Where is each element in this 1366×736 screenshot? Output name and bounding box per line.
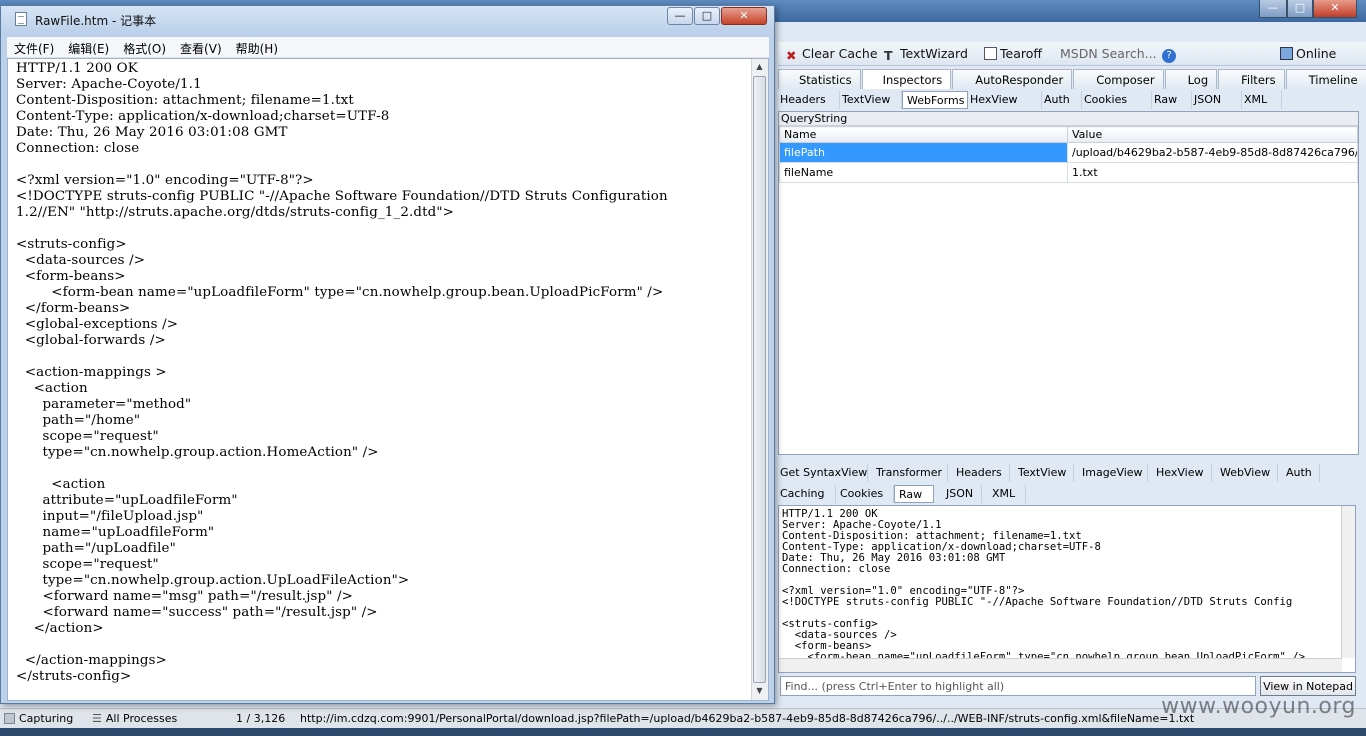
tab-filters[interactable]: Filters [1218, 69, 1285, 89]
req-tab-cookies[interactable]: Cookies [1082, 91, 1152, 109]
scroll-up-icon[interactable]: ▲ [752, 59, 767, 75]
find-input[interactable]: Find... (press Ctrl+Enter to highlight a… [780, 676, 1256, 696]
session-count: 1 / 3,126 [236, 712, 286, 725]
help-icon[interactable]: ? [1162, 46, 1176, 63]
process-filter[interactable]: ☰ All Processes [92, 712, 177, 725]
main-tabs: Statistics Inspectors AutoResponder Comp… [778, 69, 1366, 89]
clear-cache-button[interactable]: ✖ Clear Cache [786, 46, 878, 63]
notepad-icon [15, 12, 27, 26]
fiddler-close-button[interactable]: ✕ [1313, 0, 1357, 18]
tearoff-icon [984, 47, 997, 60]
network-icon [1280, 47, 1293, 60]
process-filter-label: All Processes [105, 712, 178, 725]
tearoff-label: Tearoff [1000, 46, 1042, 61]
capturing-label: Capturing [19, 712, 74, 725]
maximize-button[interactable]: □ [694, 7, 720, 25]
param-name[interactable]: filePath [779, 142, 1068, 163]
tab-composer[interactable]: Composer [1073, 69, 1164, 89]
online-label: Online [1296, 46, 1337, 61]
resp-tab-xml[interactable]: XML [982, 485, 1026, 503]
column-header-name[interactable]: Name [779, 126, 1068, 143]
response-horizontal-scrollbar[interactable] [779, 658, 1342, 672]
resp-tab-raw[interactable]: Raw [894, 485, 934, 503]
taskbar [0, 728, 1366, 736]
textwizard-label: TextWizard [900, 46, 968, 61]
fiddler-minimize-button[interactable]: — [1259, 0, 1287, 18]
req-tab-xml[interactable]: XML [1242, 91, 1282, 109]
notepad-titlebar[interactable]: RawFile.htm - 记事本 — □ ✕ [1, 6, 774, 32]
resp-tab-textview[interactable]: TextView [1010, 464, 1074, 482]
scroll-down-icon[interactable]: ▼ [752, 683, 767, 699]
req-tab-headers[interactable]: Headers [778, 91, 840, 109]
scroll-thumb[interactable] [753, 76, 766, 683]
req-tab-raw[interactable]: Raw [1152, 91, 1192, 109]
close-button[interactable]: ✕ [721, 7, 767, 25]
menu-help[interactable]: 帮助(H) [229, 37, 285, 58]
view-in-notepad-button[interactable]: View in Notepad [1260, 676, 1356, 696]
querystring-caption: QueryString [779, 112, 1358, 126]
text-editor[interactable]: HTTP/1.1 200 OK Server: Apache-Coyote/1.… [7, 58, 769, 701]
clear-cache-label: Clear Cache [802, 46, 878, 61]
querystring-header-row: Name Value [779, 126, 1358, 143]
param-name[interactable]: fileName [779, 162, 1068, 183]
resp-tab-imageview[interactable]: ImageView [1074, 464, 1148, 482]
resp-tab-json[interactable]: JSON [934, 485, 982, 503]
resp-tab-auth[interactable]: Auth [1278, 464, 1320, 482]
online-indicator[interactable]: Online [1280, 46, 1336, 61]
req-tab-hexview[interactable]: HexView [968, 91, 1042, 109]
menu-edit[interactable]: 编辑(E) [61, 37, 116, 58]
fiddler-window-controls: — □ ✕ [1259, 0, 1357, 18]
watermark: www.wooyun.org [1161, 694, 1356, 719]
menu-file[interactable]: 文件(F) [7, 37, 61, 58]
resp-tab-headers[interactable]: Headers [948, 464, 1010, 482]
tab-statistics[interactable]: Statistics [778, 69, 861, 89]
request-inspector-tabs: Headers TextView WebForms HexView Auth C… [778, 91, 1366, 109]
req-tab-webforms[interactable]: WebForms [902, 91, 968, 109]
tearoff-button[interactable]: Tearoff [984, 46, 1042, 61]
capture-toggle[interactable]: Capturing [4, 712, 73, 725]
process-filter-icon: ☰ [92, 712, 102, 725]
table-row[interactable]: filePath /upload/b4629ba2-b587-4eb9-85d8… [779, 142, 1358, 163]
tab-inspectors[interactable]: Inspectors [861, 69, 952, 89]
file-content[interactable]: HTTP/1.1 200 OK Server: Apache-Coyote/1.… [8, 59, 768, 685]
response-vertical-scrollbar[interactable] [1341, 506, 1355, 658]
tab-timeline[interactable]: Timeline [1285, 69, 1366, 89]
fiddler-toolbar: ✖ Clear Cache T TextWizard Tearoff MSDN Se… [778, 42, 1366, 66]
notepad-title: RawFile.htm - 记事本 [35, 14, 157, 28]
response-inspector-tabs-row2: Caching Cookies Raw JSON XML [778, 485, 1366, 503]
tab-log[interactable]: Log [1164, 69, 1218, 89]
tab-autoresponder[interactable]: AutoResponder [952, 69, 1073, 89]
fiddler-maximize-button[interactable]: □ [1287, 0, 1313, 18]
req-tab-json[interactable]: JSON [1192, 91, 1242, 109]
minimize-button[interactable]: — [667, 7, 693, 25]
resp-tab-webview[interactable]: WebView [1212, 464, 1278, 482]
webforms-panel: QueryString Name Value filePath /upload/… [778, 111, 1359, 455]
resp-tab-syntaxview[interactable]: Get SyntaxView [778, 464, 868, 482]
textwizard-button[interactable]: T TextWizard [884, 46, 968, 63]
req-tab-auth[interactable]: Auth [1042, 91, 1082, 109]
resp-tab-caching[interactable]: Caching [778, 485, 836, 503]
msdn-search-input[interactable]: MSDN Search... [1060, 46, 1157, 61]
resp-tab-cookies[interactable]: Cookies [836, 485, 894, 503]
menu-view[interactable]: 查看(V) [173, 37, 229, 58]
response-raw-text[interactable]: HTTP/1.1 200 OK Server: Apache-Coyote/1.… [779, 506, 1355, 663]
column-header-value[interactable]: Value [1067, 126, 1358, 143]
param-value[interactable]: /upload/b4629ba2-b587-4eb9-85d8-8d87426c… [1067, 142, 1358, 163]
req-tab-textview[interactable]: TextView [840, 91, 902, 109]
resp-tab-hexview[interactable]: HexView [1148, 464, 1212, 482]
menu-bar: 文件(F) 编辑(E) 格式(O) 查看(V) 帮助(H) [7, 37, 769, 58]
querystring-table: Name Value filePath /upload/b4629ba2-b58… [779, 126, 1358, 183]
selected-session-url: http://im.cdzq.com:9901/PersonalPortal/d… [300, 712, 1195, 725]
clear-cache-icon: ✖ [786, 48, 797, 63]
param-value[interactable]: 1.txt [1067, 162, 1358, 183]
vertical-scrollbar[interactable]: ▲ ▼ [751, 59, 768, 700]
textwizard-icon: T [884, 48, 893, 63]
capture-icon [4, 713, 15, 724]
menu-format[interactable]: 格式(O) [116, 37, 173, 58]
notepad-window: RawFile.htm - 记事本 — □ ✕ 文件(F) 编辑(E) 格式(O… [0, 5, 775, 704]
response-raw-view[interactable]: HTTP/1.1 200 OK Server: Apache-Coyote/1.… [778, 505, 1356, 673]
table-row[interactable]: fileName 1.txt [779, 162, 1358, 183]
response-inspector-tabs-row1: Get SyntaxView Transformer Headers TextV… [778, 464, 1366, 482]
resp-tab-transformer[interactable]: Transformer [868, 464, 948, 482]
